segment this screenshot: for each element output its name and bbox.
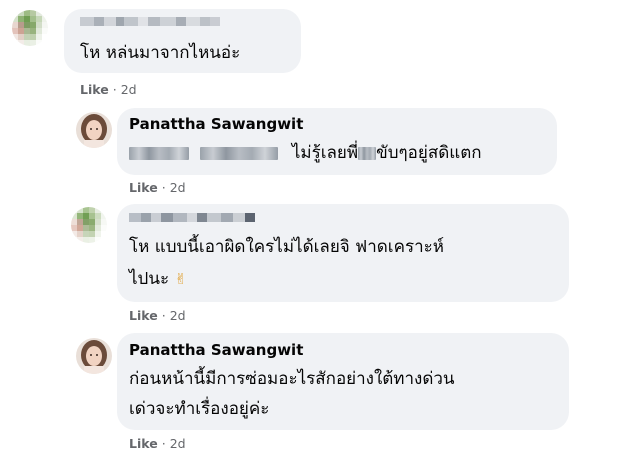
like-button[interactable]: Like [129,180,158,195]
pixelated-avatar-image [12,10,48,46]
comment-meta: Like · 2d [129,308,186,323]
commenter-avatar-pixelated[interactable] [71,207,107,243]
comment-text: โห หล่นมาจากไหนอ่ะ [80,43,241,63]
redacted-text [200,146,279,160]
redacted-text [358,146,377,160]
comment-text: โห แบบนี้เอาผิดใครไม่ได้เลยจิ ฟาดเคราะห์ [129,237,444,257]
author-name[interactable]: Panattha Sawangwit [129,115,303,133]
like-button[interactable]: Like [80,82,109,97]
author-name-redacted[interactable] [129,213,255,222]
like-button[interactable]: Like [129,308,158,323]
comment-text: ไปนะ ✌ [129,264,187,294]
separator-dot: · [112,82,117,97]
comment-meta: Like · 2d [129,436,186,451]
victory-hand-icon: ✌ [174,270,188,288]
profile-photo-icon [76,112,112,148]
author-name-redacted[interactable] [80,17,220,26]
redacted-text [129,146,189,160]
comment-text-part: ไม่รู้เลยพี่ [291,143,359,163]
comment-text: ไม่รู้เลยพี่ ขับๆอยู่สดิแตก [129,138,482,168]
separator-dot: · [161,308,166,323]
separator-dot: · [161,180,166,195]
comment-meta: Like · 2d [80,82,137,97]
comment-text-part: ไปนะ [129,269,170,289]
comment-meta: Like · 2d [129,180,186,195]
commenter-avatar-pixelated[interactable] [12,10,48,46]
separator-dot: · [161,436,166,451]
profile-photo-icon [76,338,112,374]
comment-text-part: ขับๆอยู่สดิแตก [376,143,482,163]
pixelated-avatar-image [71,207,107,243]
like-button[interactable]: Like [129,436,158,451]
comment-text: ก่อนหน้านี้มีการซ่อมอะไรสักอย่างใต้ทางด่… [129,369,455,389]
panattha-avatar[interactable] [76,338,112,374]
comment-timestamp[interactable]: 2d [170,180,186,195]
panattha-avatar[interactable] [76,112,112,148]
comment-timestamp[interactable]: 2d [121,82,137,97]
comment-timestamp[interactable]: 2d [170,308,186,323]
comment-text: เด่วจะทำเรื่องอยู่ค่ะ [129,399,270,419]
author-name[interactable]: Panattha Sawangwit [129,341,303,359]
comment-timestamp[interactable]: 2d [170,436,186,451]
